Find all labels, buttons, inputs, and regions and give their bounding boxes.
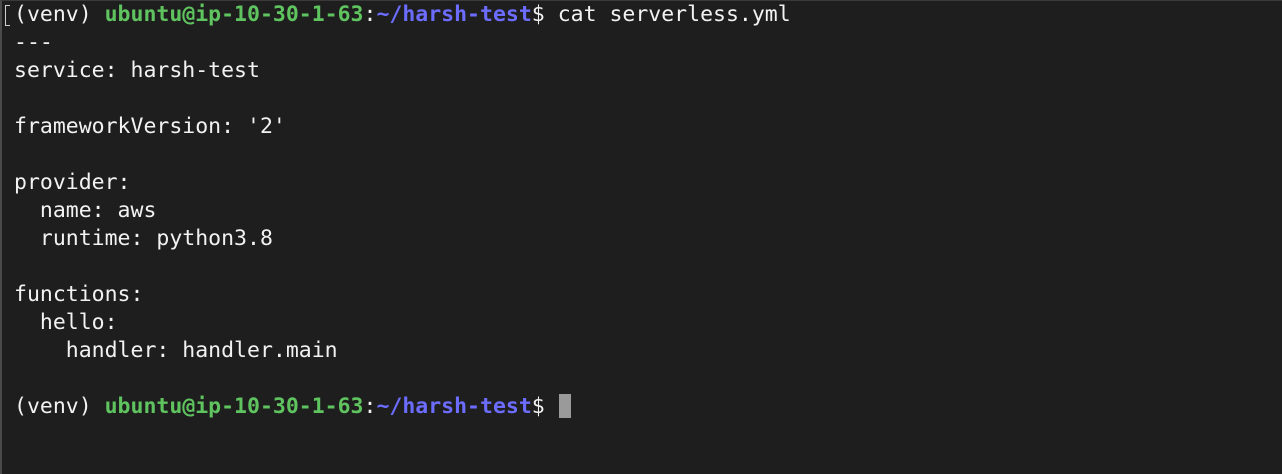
output-line: handler: handler.main <box>14 338 338 363</box>
prompt-dollar: $ <box>531 2 558 27</box>
command-line: (venv) ubuntu@ip-10-30-1-63:~/harsh-test… <box>14 1 1282 29</box>
output-line: service: harsh-test <box>14 58 260 83</box>
output-line: frameworkVersion: '2' <box>14 114 286 139</box>
output-line: hello: <box>14 310 118 335</box>
prompt-user-host: ubuntu@ip-10-30-1-63 <box>104 2 364 27</box>
venv-label: (venv) <box>14 2 105 27</box>
prompt-path: ~/harsh-test <box>376 2 532 27</box>
text-cursor[interactable] <box>558 394 571 418</box>
command-text: cat serverless.yml <box>557 2 791 27</box>
scrollback-mark <box>5 5 10 26</box>
output-line: runtime: python3.8 <box>14 226 273 251</box>
terminal-window[interactable]: (venv) ubuntu@ip-10-30-1-63:~/harsh-test… <box>0 0 1282 474</box>
active-prompt-line[interactable]: (venv) ubuntu@ip-10-30-1-63:~/harsh-test… <box>14 393 1282 421</box>
prompt-path: ~/harsh-test <box>376 394 532 419</box>
output-line: functions: <box>14 282 144 307</box>
output-line: name: aws <box>14 198 157 223</box>
prompt-colon: : <box>363 394 377 419</box>
output-line: provider: <box>14 170 131 195</box>
prompt-colon: : <box>363 2 377 27</box>
output-line: --- <box>14 30 53 55</box>
prompt-dollar: $ <box>531 394 558 419</box>
prompt-user-host: ubuntu@ip-10-30-1-63 <box>104 394 364 419</box>
venv-label: (venv) <box>14 394 105 419</box>
